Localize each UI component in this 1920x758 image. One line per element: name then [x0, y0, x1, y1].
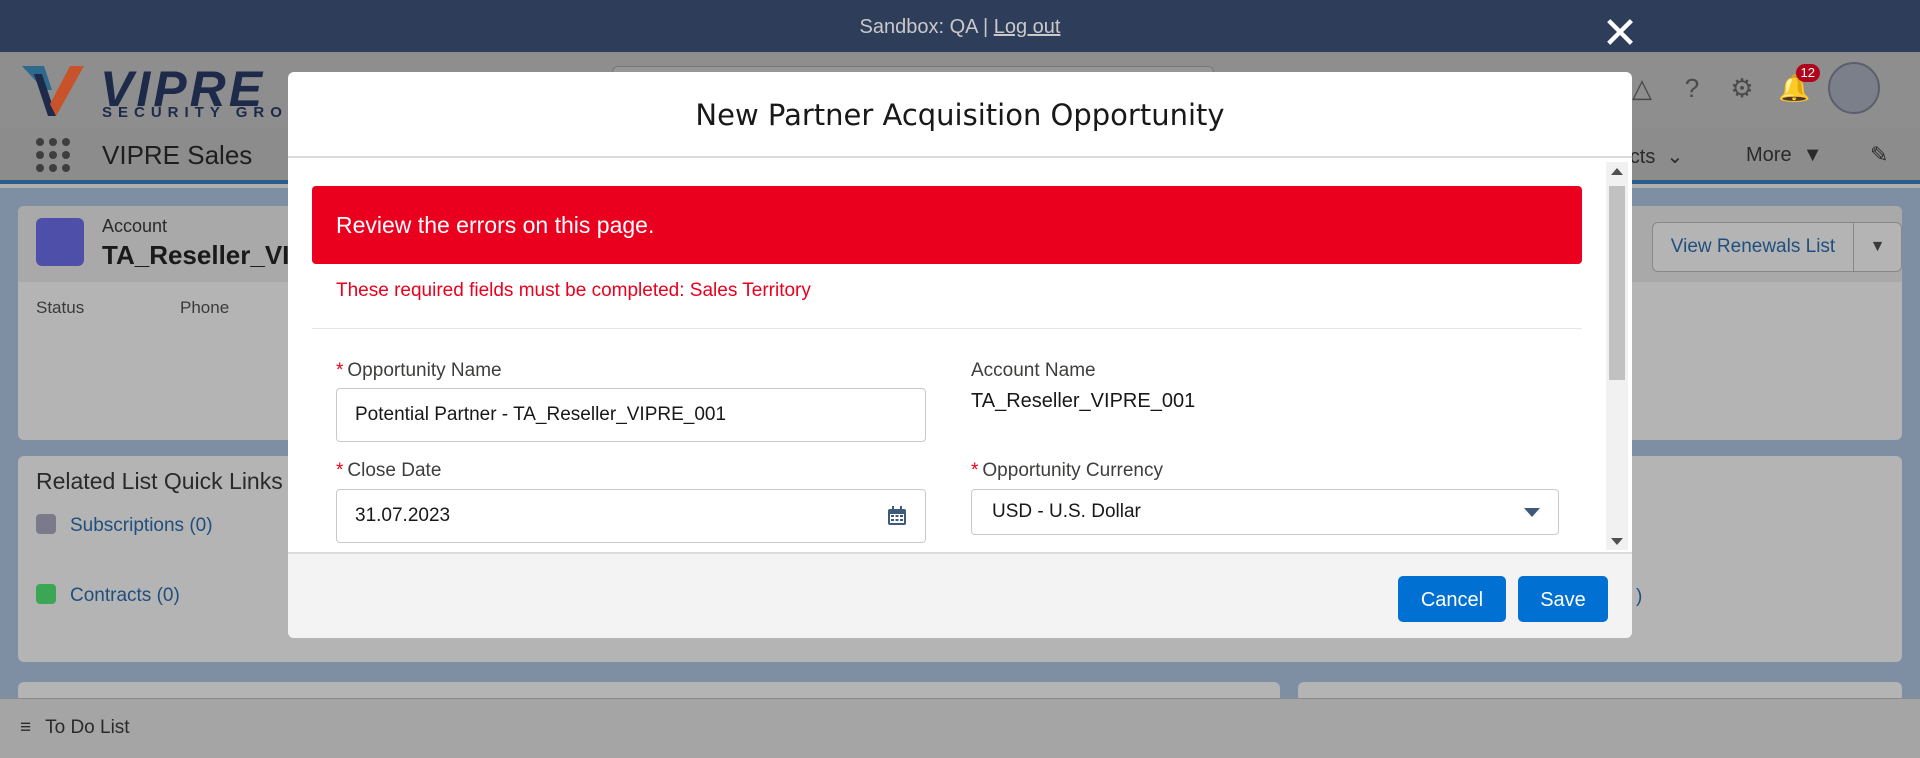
modal-body: Review the errors on this page. These re…: [288, 160, 1632, 552]
actions-dropdown-button[interactable]: ▼: [1854, 222, 1902, 272]
modal-header: New Partner Acquisition Opportunity: [288, 72, 1632, 158]
vipre-logo[interactable]: VIPRE SECURITY GROUP: [22, 61, 322, 121]
record-type-label: Account: [102, 216, 168, 236]
edit-nav-pencil-icon[interactable]: ✎: [1870, 142, 1888, 168]
close-date-input[interactable]: 31.07.2023: [336, 489, 926, 543]
scroll-down-arrow-icon[interactable]: [1611, 538, 1623, 545]
modal-title: New Partner Acquisition Opportunity: [695, 98, 1225, 132]
currency-label: * Opportunity Currency: [971, 460, 1163, 481]
help-icon[interactable]: ?: [1678, 74, 1706, 102]
avatar[interactable]: [1828, 62, 1880, 114]
cancel-button[interactable]: Cancel: [1398, 576, 1506, 622]
related-links-title: Related List Quick Links: [36, 468, 283, 494]
app-launcher-icon[interactable]: [36, 138, 70, 172]
app-name: VIPRE Sales: [102, 140, 253, 170]
currency-value: USD - U.S. Dollar: [992, 501, 1141, 522]
logout-link[interactable]: Log out: [994, 16, 1061, 38]
account-name-label: Account Name: [971, 360, 1096, 381]
todo-list-item[interactable]: ≡ To Do List: [20, 717, 130, 739]
record-name: TA_Reseller_VI: [102, 240, 290, 270]
error-banner: Review the errors on this page.: [312, 186, 1582, 264]
calendar-icon[interactable]: [887, 506, 907, 526]
header-icons: △ ? ⚙ 🔔 12: [1628, 62, 1880, 114]
subscriptions-link[interactable]: Subscriptions (0): [36, 514, 213, 537]
opportunity-name-label: * Opportunity Name: [336, 360, 502, 381]
account-icon: [36, 218, 84, 266]
status-label: Status: [36, 298, 85, 317]
sandbox-label: Sandbox: QA |: [859, 16, 989, 38]
utility-bar: ≡ To Do List: [0, 698, 1920, 758]
bell-icon[interactable]: 🔔 12: [1778, 64, 1820, 102]
related-link-partial[interactable]: ): [1636, 586, 1642, 608]
vipre-logo-mark-icon: [22, 66, 84, 116]
wrench-icon: [36, 514, 56, 534]
account-name-value: TA_Reseller_VIPRE_001: [971, 390, 1196, 412]
contract-icon: [36, 584, 56, 604]
notification-badge: 12: [1795, 64, 1820, 82]
new-opportunity-modal: New Partner Acquisition Opportunity Revi…: [288, 72, 1632, 638]
scroll-up-arrow-icon[interactable]: [1611, 168, 1623, 175]
modal-scrollbar[interactable]: [1606, 162, 1628, 550]
currency-select[interactable]: USD - U.S. Dollar: [971, 489, 1559, 535]
opportunity-name-input[interactable]: Potential Partner - TA_Reseller_VIPRE_00…: [336, 388, 926, 442]
error-message: These required fields must be completed:…: [336, 280, 811, 301]
phone-label: Phone: [180, 298, 230, 317]
trailhead-icon[interactable]: △: [1628, 74, 1656, 102]
modal-footer: Cancel Save: [288, 552, 1632, 638]
close-date-value: 31.07.2023: [355, 505, 451, 526]
gear-icon[interactable]: ⚙: [1728, 74, 1756, 102]
view-renewals-button[interactable]: View Renewals List: [1652, 222, 1854, 272]
tab-more[interactable]: More ▼: [1746, 144, 1823, 167]
list-icon: ≡: [20, 717, 32, 738]
divider: [312, 328, 1582, 329]
close-date-label: * Close Date: [336, 460, 442, 481]
contracts-link[interactable]: Contracts (0): [36, 584, 180, 607]
chevron-down-icon: [1524, 508, 1540, 517]
save-button[interactable]: Save: [1518, 576, 1608, 622]
scrollbar-thumb[interactable]: [1609, 186, 1625, 380]
close-icon[interactable]: ✕: [1600, 12, 1640, 56]
